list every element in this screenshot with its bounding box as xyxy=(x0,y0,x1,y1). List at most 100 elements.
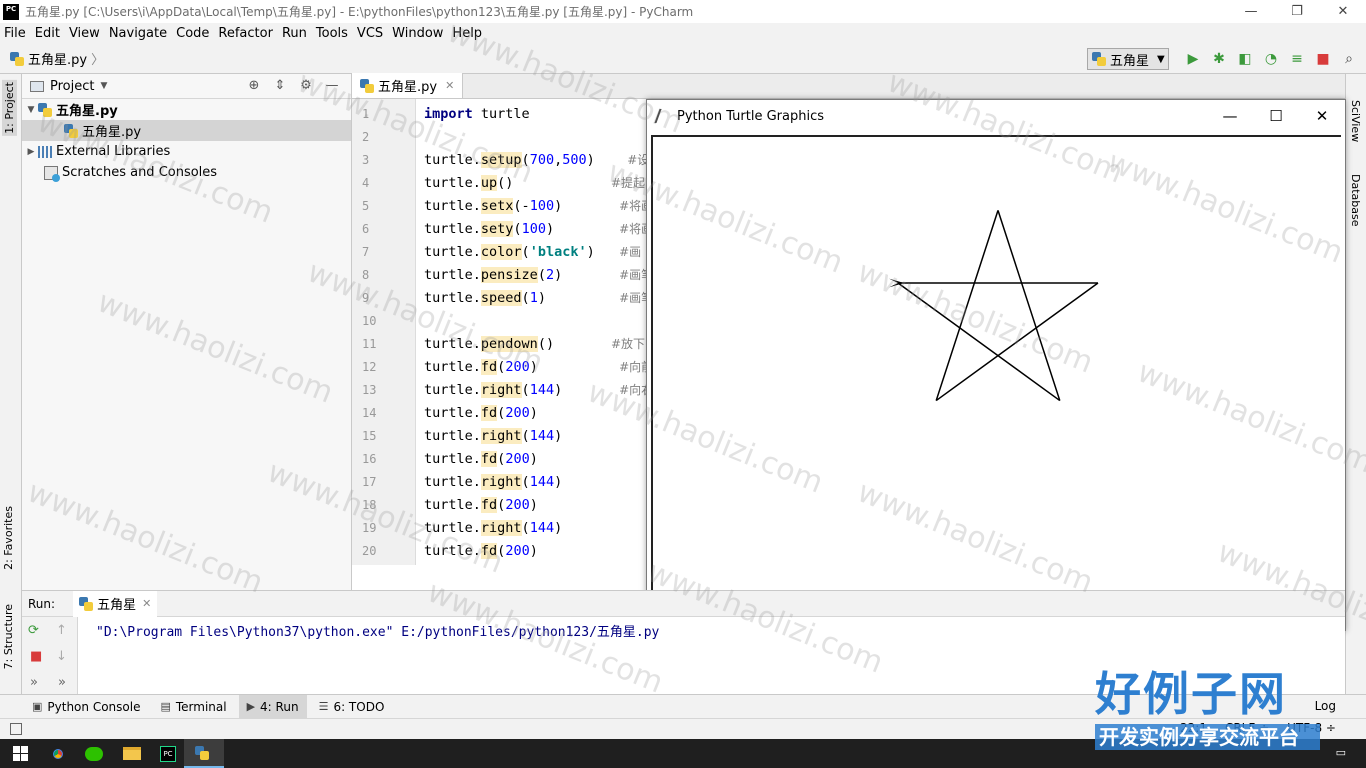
code-token: ) xyxy=(586,244,620,260)
tab-todo[interactable]: ☰ 6: TODO xyxy=(311,695,393,719)
hide-icon[interactable]: — xyxy=(319,78,345,93)
profile-icon[interactable]: ◔ xyxy=(1258,49,1284,69)
tab-run[interactable]: ▶ 4: Run xyxy=(238,694,307,719)
menu-view[interactable]: View xyxy=(69,26,100,41)
code-line[interactable]: import turtle xyxy=(424,103,530,126)
code-token: turtle. xyxy=(424,497,481,513)
breadcrumb[interactable]: 五角星.py 〉 xyxy=(10,49,104,68)
stop-icon[interactable]: ■ xyxy=(30,649,42,664)
tab-sciview[interactable]: SciView xyxy=(1349,100,1362,142)
python-icon xyxy=(195,745,209,760)
code-line[interactable]: turtle.sety(100) #将画 xyxy=(424,218,653,241)
code-line[interactable]: turtle.fd(200) xyxy=(424,540,538,563)
tab-structure[interactable]: 7: Structure xyxy=(2,604,15,669)
turtle-minimize-button[interactable]: — xyxy=(1207,100,1253,132)
menu-edit[interactable]: Edit xyxy=(35,26,60,41)
tree-libraries[interactable]: ▶ External Libraries xyxy=(22,141,351,162)
panel-toggle-icon[interactable] xyxy=(10,723,22,735)
tree-root[interactable]: ▼ 五角星.py xyxy=(22,99,351,120)
code-token: ( xyxy=(521,244,530,260)
tree-scratches[interactable]: Scratches and Consoles xyxy=(22,162,351,183)
python-file-icon xyxy=(1092,52,1106,66)
taskbar-chrome[interactable] xyxy=(38,739,78,768)
restore-button[interactable]: ❐ xyxy=(1274,0,1320,23)
tree-file[interactable]: 五角星.py xyxy=(22,120,351,141)
caret-position[interactable]: 22:1 xyxy=(1180,721,1207,735)
chevron-down-icon[interactable]: ▼ xyxy=(100,81,107,91)
file-encoding[interactable]: UTF-8 ÷ xyxy=(1287,721,1336,735)
run-tab[interactable]: 五角星 ✕ xyxy=(73,590,158,617)
turtle-canvas[interactable] xyxy=(651,135,1341,627)
coverage-icon[interactable]: ◧ xyxy=(1232,49,1258,69)
editor-tab[interactable]: 五角星.py ✕ xyxy=(352,73,464,98)
close-icon[interactable]: ✕ xyxy=(445,79,454,92)
code-line[interactable]: turtle.speed(1) #画笔 xyxy=(424,287,653,310)
tab-favorites[interactable]: 2: Favorites xyxy=(2,506,15,570)
collapse-icon[interactable]: ⇕ xyxy=(267,78,293,93)
taskbar-python[interactable] xyxy=(184,739,224,768)
close-button[interactable]: ✕ xyxy=(1320,0,1366,23)
tab-terminal[interactable]: ▤ Terminal xyxy=(152,695,234,719)
chevron-down-icon[interactable]: ▼ xyxy=(24,105,38,115)
turtle-maximize-button[interactable]: ☐ xyxy=(1253,100,1299,132)
tab-python-console[interactable]: ▣ Python Console xyxy=(24,695,148,719)
menu-vcs[interactable]: VCS xyxy=(357,26,383,41)
code-line[interactable]: turtle.color('black') #画 xyxy=(424,241,641,264)
code-line[interactable]: turtle.right(144) xyxy=(424,425,562,448)
status-bar: 22:1 CRLF ÷ UTF-8 ÷ xyxy=(0,718,1366,739)
turtle-close-button[interactable]: ✕ xyxy=(1299,100,1345,132)
code-line[interactable]: turtle.setx(-100) #将画 xyxy=(424,195,653,218)
line-number: 11 xyxy=(362,337,377,351)
notification-icon[interactable]: ▭ xyxy=(1336,746,1346,759)
menu-navigate[interactable]: Navigate xyxy=(109,26,167,41)
arrow-down-icon[interactable]: ↓ xyxy=(56,649,67,664)
taskbar-wechat[interactable] xyxy=(74,739,114,768)
code-line[interactable]: turtle.pendown() #放下 xyxy=(424,333,645,356)
minimize-button[interactable]: — xyxy=(1228,0,1274,23)
tab-database[interactable]: Database xyxy=(1349,174,1362,227)
menu-file[interactable]: File xyxy=(4,26,26,41)
menu-code[interactable]: Code xyxy=(176,26,209,41)
gear-icon[interactable]: ⚙ xyxy=(293,78,319,93)
code-line[interactable]: turtle.fd(200) xyxy=(424,402,538,425)
code-line[interactable]: turtle.right(144) xyxy=(424,517,562,540)
turtle-window: Python Turtle Graphics — ☐ ✕ xyxy=(646,99,1346,631)
code-line[interactable]: turtle.fd(200) #向前 xyxy=(424,356,653,379)
close-icon[interactable]: ✕ xyxy=(142,597,151,610)
tab-label: 4: Run xyxy=(260,699,299,714)
more-icon[interactable]: » xyxy=(58,675,66,690)
locate-icon[interactable]: ⊕ xyxy=(241,78,267,93)
code-line[interactable]: turtle.right(144) xyxy=(424,471,562,494)
code-line[interactable]: turtle.pensize(2) #画笔 xyxy=(424,264,653,287)
code-line[interactable]: turtle.setup(700,500) #设置 xyxy=(424,149,661,172)
menu-tools[interactable]: Tools xyxy=(316,26,348,41)
taskbar-explorer[interactable] xyxy=(112,739,152,768)
menu-refactor[interactable]: Refactor xyxy=(218,26,273,41)
run-config-select[interactable]: 五角星 ▼ xyxy=(1087,48,1169,70)
project-title[interactable]: Project xyxy=(50,79,94,94)
code-line[interactable]: turtle.fd(200) xyxy=(424,494,538,517)
code-token: () xyxy=(537,336,611,352)
taskbar-pycharm[interactable]: PC xyxy=(148,739,188,768)
arrow-up-icon[interactable]: ↑ xyxy=(56,623,67,638)
rerun-icon[interactable]: ⟳ xyxy=(28,623,39,638)
menu-help[interactable]: Help xyxy=(452,26,482,41)
search-icon[interactable]: ⌕ xyxy=(1336,49,1362,69)
menu-run[interactable]: Run xyxy=(282,26,307,41)
menu-window[interactable]: Window xyxy=(392,26,443,41)
code-line[interactable]: turtle.right(144) #向右 xyxy=(424,379,653,402)
tab-project[interactable]: 1: Project xyxy=(2,80,17,136)
line-separator[interactable]: CRLF ÷ xyxy=(1225,721,1269,735)
more-icon[interactable]: » xyxy=(30,675,38,690)
code-line[interactable]: turtle.fd(200) xyxy=(424,448,538,471)
breadcrumb-file[interactable]: 五角星.py xyxy=(28,49,87,68)
line-number: 19 xyxy=(362,521,377,535)
stop-icon[interactable]: ■ xyxy=(1310,49,1336,69)
chevron-right-icon[interactable]: ▶ xyxy=(24,147,38,157)
event-log-tab[interactable]: Log xyxy=(1315,699,1336,713)
start-button[interactable] xyxy=(0,739,40,768)
run-icon[interactable]: ▶ xyxy=(1180,49,1206,69)
code-line[interactable]: turtle.up() #提起 xyxy=(424,172,645,195)
debug-icon[interactable]: ✱ xyxy=(1206,49,1232,69)
concurrency-icon[interactable]: ≡ xyxy=(1284,49,1310,69)
